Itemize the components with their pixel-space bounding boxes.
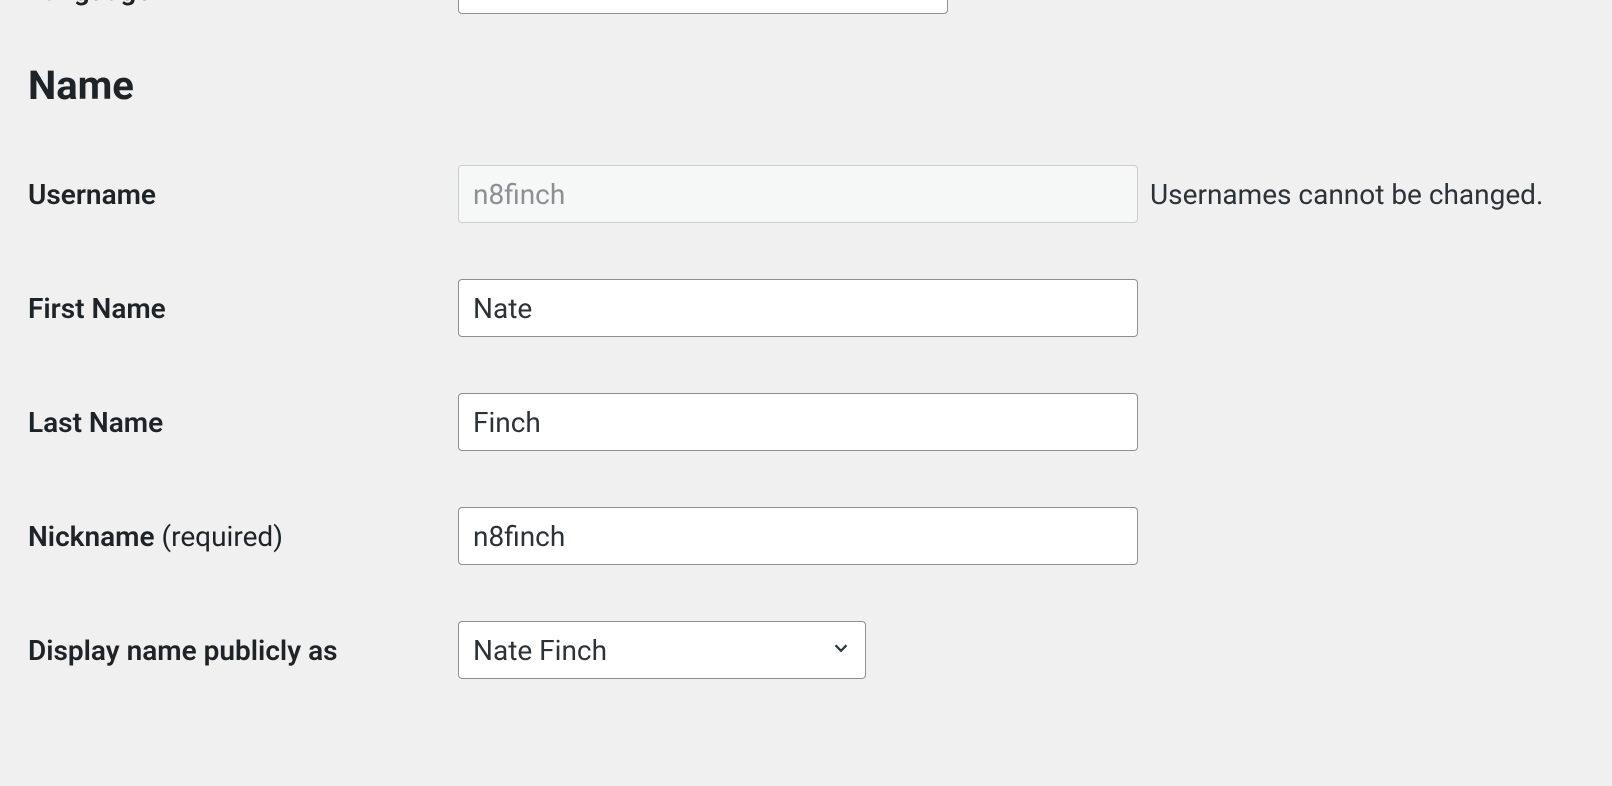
nickname-label-text: Nickname — [28, 520, 155, 553]
nickname-label: Nickname (required) — [28, 520, 458, 553]
language-select[interactable]: Site Default — [458, 0, 948, 14]
last-name-input[interactable] — [458, 393, 1138, 451]
language-select-wrap: Site Default — [458, 0, 948, 14]
username-description: Usernames cannot be changed. — [1150, 178, 1543, 211]
last-name-label: Last Name — [28, 406, 458, 439]
display-name-label: Display name publicly as — [28, 634, 458, 667]
language-row: Language Site Default — [28, 0, 1584, 18]
username-row: Username Usernames cannot be changed. — [28, 137, 1584, 251]
nickname-row: Nickname (required) — [28, 479, 1584, 593]
display-name-select[interactable]: Nate Finch — [458, 621, 866, 679]
nickname-required-text: (required) — [162, 520, 283, 553]
language-label-text: Language — [28, 0, 151, 7]
first-name-label: First Name — [28, 292, 458, 325]
display-name-row: Display name publicly as Nate Finch — [28, 593, 1584, 707]
translate-icon — [162, 0, 188, 9]
name-section-heading: Name — [28, 18, 1584, 137]
display-name-select-wrap: Nate Finch — [458, 621, 866, 679]
first-name-input[interactable] — [458, 279, 1138, 337]
username-label: Username — [28, 178, 458, 211]
name-form-table: Username Usernames cannot be changed. Fi… — [28, 137, 1584, 707]
last-name-row: Last Name — [28, 365, 1584, 479]
first-name-row: First Name — [28, 251, 1584, 365]
language-label: Language — [28, 0, 458, 9]
username-input — [458, 165, 1138, 223]
nickname-input[interactable] — [458, 507, 1138, 565]
